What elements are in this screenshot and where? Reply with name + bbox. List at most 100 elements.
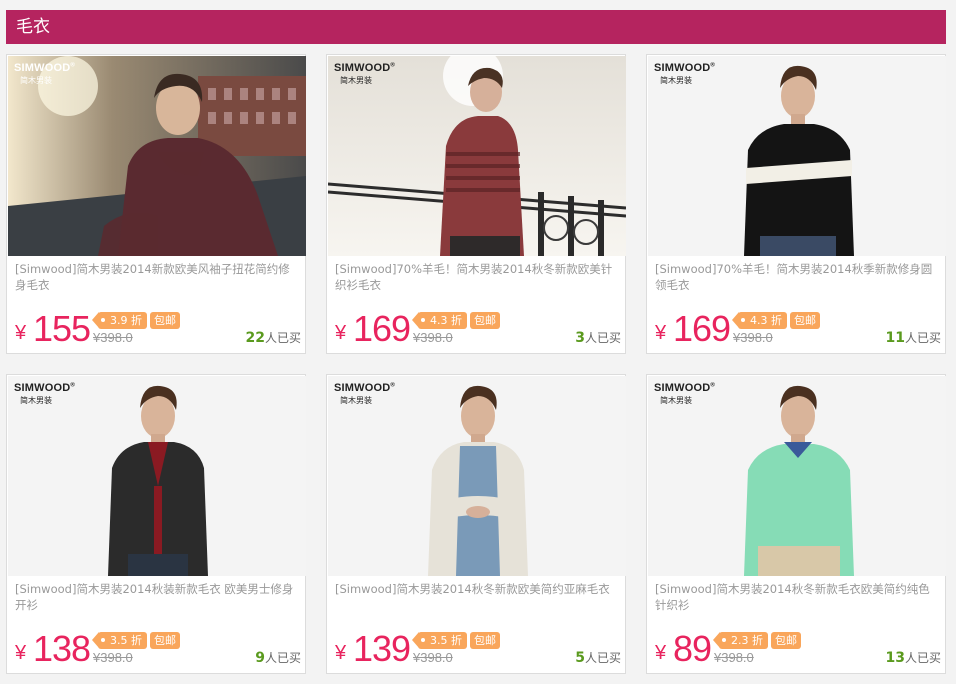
free-shipping-badge: 包邮 — [790, 312, 820, 329]
currency-symbol: ¥ — [655, 322, 667, 344]
product-card[interactable]: SIMWOOD® 简木男装 [Simwood]简木男装2014新款欧美风袖子扭花简… — [6, 54, 306, 354]
tags: 4.3 折 包邮 — [412, 312, 500, 329]
currency-symbol: ¥ — [15, 642, 27, 664]
product-card[interactable]: SIMWOOD® 简木男装 [Simwood]简木男装2014秋冬新款欧美简约亚麻… — [326, 374, 626, 674]
product-title[interactable]: [Simwood]简木男装2014秋装新款毛衣 欧美男士修身开衫 — [15, 581, 299, 617]
brand-logo: SIMWOOD® 简木男装 — [14, 382, 75, 406]
original-price: ¥398.0 — [413, 650, 453, 665]
brand-name: SIMWOOD® — [14, 382, 76, 394]
product-title[interactable]: [Simwood]简木男装2014秋冬新款欧美简约亚麻毛衣 — [335, 581, 619, 617]
page: 毛衣 SIMWOOD® 简木男装 [Simwood]简木男装2014新款欧美风袖子… — [0, 0, 956, 684]
tags: 4.3 折 包邮 — [732, 312, 820, 329]
brand-name: SIMWOOD® — [14, 62, 76, 74]
current-price: 89 — [673, 628, 712, 669]
brand-subtitle: 简木男装 — [20, 396, 52, 405]
tags: 3.9 折 包邮 — [92, 312, 180, 329]
free-shipping-badge: 包邮 — [150, 632, 180, 649]
brand-logo: SIMWOOD® 简木男装 — [334, 62, 395, 86]
sold-count: 11人已买 — [886, 329, 942, 346]
currency-symbol: ¥ — [335, 322, 347, 344]
registered-mark: ® — [710, 382, 716, 389]
sold-suffix: 人已买 — [584, 651, 621, 665]
sold-suffix: 人已买 — [904, 651, 941, 665]
original-price: ¥398.0 — [93, 650, 133, 665]
registered-mark: ® — [70, 382, 76, 389]
registered-mark: ® — [390, 62, 396, 69]
discount-tag: 2.3 折 — [713, 632, 768, 649]
product-image[interactable]: SIMWOOD® 简木男装 — [648, 376, 946, 576]
tags: 3.5 折 包邮 — [92, 632, 180, 649]
brand-subtitle: 简木男装 — [340, 76, 372, 85]
registered-mark: ® — [70, 62, 76, 69]
tags: 3.5 折 包邮 — [412, 632, 500, 649]
currency-symbol: ¥ — [655, 642, 667, 664]
registered-mark: ® — [710, 62, 716, 69]
brand-name: SIMWOOD® — [654, 382, 716, 394]
brand-logo: SIMWOOD® 简木男装 — [334, 382, 395, 406]
sold-number: 5 — [575, 650, 585, 666]
product-image[interactable]: SIMWOOD® 简木男装 — [8, 376, 306, 576]
product-image[interactable]: SIMWOOD® 简木男装 — [8, 56, 306, 256]
price-row: ¥ 169 4.3 折 包邮 ¥398.0 11人已买 — [655, 309, 941, 349]
original-price: ¥398.0 — [93, 330, 133, 345]
price-row: ¥ 155 3.9 折 包邮 ¥398.0 22人已买 — [15, 309, 301, 349]
free-shipping-badge: 包邮 — [470, 312, 500, 329]
product-card[interactable]: SIMWOOD® 简木男装 [Simwood]简木男装2014秋装新款毛衣 欧美男… — [6, 374, 306, 674]
sold-number: 13 — [885, 650, 905, 666]
brand-subtitle: 简木男装 — [20, 76, 52, 85]
discount-tag: 3.5 折 — [92, 632, 147, 649]
brand-subtitle: 简木男装 — [660, 76, 692, 85]
product-title[interactable]: [Simwood]简木男装2014秋冬新款毛衣欧美简约纯色针织衫 — [655, 581, 939, 617]
price-row: ¥ 169 4.3 折 包邮 ¥398.0 3人已买 — [335, 309, 621, 349]
product-image[interactable]: SIMWOOD® 简木男装 — [328, 376, 626, 576]
free-shipping-badge: 包邮 — [470, 632, 500, 649]
discount-tag: 4.3 折 — [732, 312, 787, 329]
free-shipping-badge: 包邮 — [771, 632, 801, 649]
brand-name: SIMWOOD® — [654, 62, 716, 74]
brand-logo: SIMWOOD® 简木男装 — [654, 382, 715, 406]
sold-count: 3人已买 — [575, 329, 621, 346]
sold-count: 5人已买 — [575, 649, 621, 666]
currency-symbol: ¥ — [335, 642, 347, 664]
product-image[interactable]: SIMWOOD® 简木男装 — [648, 56, 946, 256]
discount-tag: 4.3 折 — [412, 312, 467, 329]
sold-suffix: 人已买 — [904, 331, 941, 345]
sold-count: 9人已买 — [255, 649, 301, 666]
sold-number: 22 — [245, 330, 265, 346]
product-card[interactable]: SIMWOOD® 简木男装 [Simwood]简木男装2014秋冬新款毛衣欧美简约… — [646, 374, 946, 674]
original-price: ¥398.0 — [714, 650, 754, 665]
discount-tag: 3.9 折 — [92, 312, 147, 329]
brand-subtitle: 简木男装 — [340, 396, 372, 405]
current-price: 155 — [33, 308, 91, 349]
original-price: ¥398.0 — [733, 330, 773, 345]
product-image[interactable]: SIMWOOD® 简木男装 — [328, 56, 626, 256]
current-price: 139 — [353, 628, 411, 669]
sold-number: 11 — [885, 330, 905, 346]
sold-count: 13人已买 — [886, 649, 942, 666]
brand-logo: SIMWOOD® 简木男装 — [654, 62, 715, 86]
sold-count: 22人已买 — [246, 329, 302, 346]
product-card[interactable]: SIMWOOD® 简木男装 [Simwood]70%羊毛！简木男装2014秋冬新款… — [326, 54, 626, 354]
free-shipping-badge: 包邮 — [150, 312, 180, 329]
section-title: 毛衣 — [6, 10, 946, 44]
sold-suffix: 人已买 — [584, 331, 621, 345]
brand-name: SIMWOOD® — [334, 62, 396, 74]
sold-suffix: 人已买 — [264, 331, 301, 345]
sold-suffix: 人已买 — [264, 651, 301, 665]
product-grid: SIMWOOD® 简木男装 [Simwood]简木男装2014新款欧美风袖子扭花简… — [6, 54, 946, 674]
currency-symbol: ¥ — [15, 322, 27, 344]
brand-name: SIMWOOD® — [334, 382, 396, 394]
price-row: ¥ 89 2.3 折 包邮 ¥398.0 13人已买 — [655, 629, 941, 669]
sold-number: 3 — [575, 330, 585, 346]
current-price: 169 — [353, 308, 411, 349]
original-price: ¥398.0 — [413, 330, 453, 345]
current-price: 138 — [33, 628, 91, 669]
product-title[interactable]: [Simwood]70%羊毛！简木男装2014秋冬新款欧美针织衫毛衣 — [335, 261, 619, 297]
product-title[interactable]: [Simwood]70%羊毛！简木男装2014秋季新款修身圆领毛衣 — [655, 261, 939, 297]
price-row: ¥ 139 3.5 折 包邮 ¥398.0 5人已买 — [335, 629, 621, 669]
tags: 2.3 折 包邮 — [713, 632, 801, 649]
sold-number: 9 — [255, 650, 265, 666]
product-title[interactable]: [Simwood]简木男装2014新款欧美风袖子扭花简约修身毛衣 — [15, 261, 299, 297]
registered-mark: ® — [390, 382, 396, 389]
product-card[interactable]: SIMWOOD® 简木男装 [Simwood]70%羊毛！简木男装2014秋季新款… — [646, 54, 946, 354]
